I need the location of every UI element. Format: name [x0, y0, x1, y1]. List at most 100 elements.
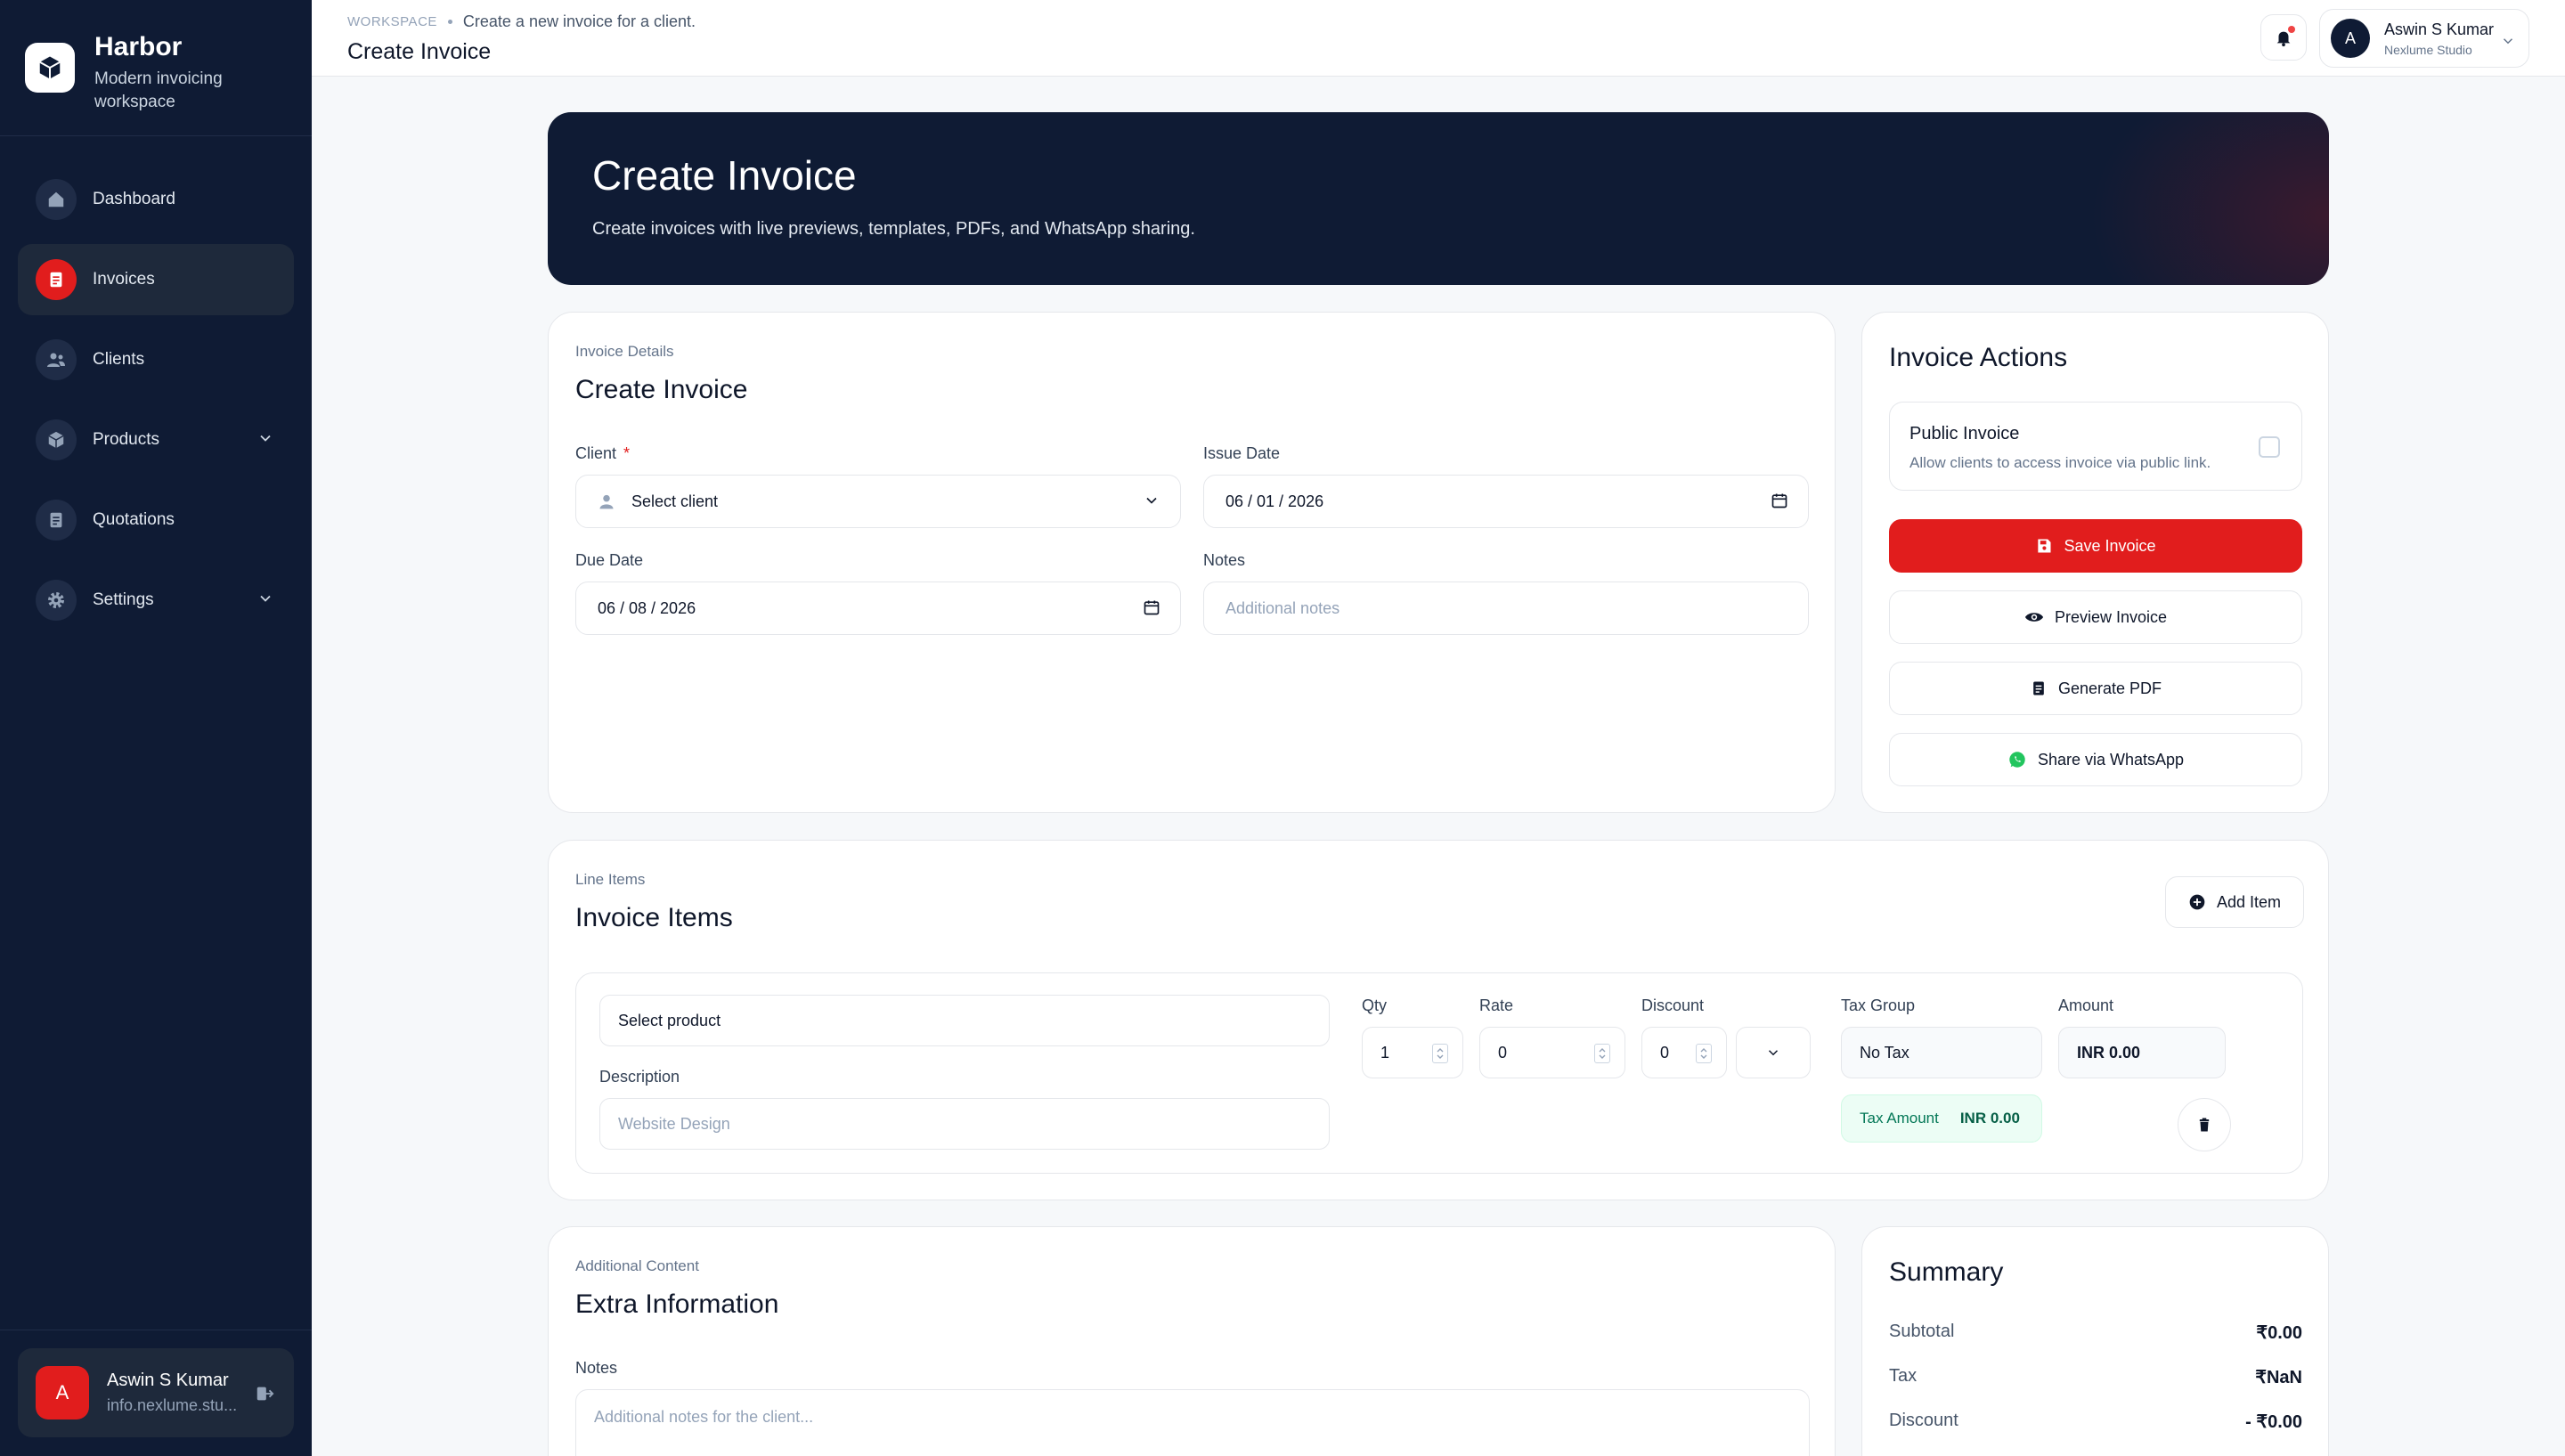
hero-banner: Create Invoice Create invoices with live… [548, 112, 2329, 285]
logout-icon[interactable] [255, 1384, 274, 1408]
sidebar-item-label: Products [93, 430, 159, 449]
avatar: A [36, 1366, 89, 1419]
sidebar-item-invoices[interactable]: Invoices [18, 244, 294, 315]
breadcrumb: WORKSPACE Create a new invoice for a cli… [347, 12, 696, 31]
delete-item-button[interactable] [2178, 1098, 2231, 1151]
summary-label: Discount [1889, 1411, 1958, 1430]
user-icon [599, 494, 614, 509]
summary-value: - ₹0.00 [2245, 1412, 2302, 1432]
sidebar-item-products[interactable]: Products [18, 404, 294, 476]
tax-amount-badge: Tax Amount INR 0.00 [1841, 1094, 2042, 1143]
add-item-label: Add Item [2216, 892, 2282, 911]
share-whatsapp-label: Share via WhatsApp [2037, 750, 2185, 769]
add-item-button[interactable]: Add Item [2165, 876, 2304, 928]
public-invoice-toggle[interactable]: Public Invoice Allow clients to access i… [1889, 402, 2302, 491]
tax-amount-label: Tax Amount [1860, 1110, 1939, 1127]
save-invoice-button[interactable]: Save Invoice [1889, 519, 2302, 573]
document-icon [2033, 681, 2044, 695]
chevron-down-icon [2500, 33, 2516, 53]
calendar-icon[interactable] [1771, 492, 1788, 514]
product-select[interactable]: Select product [599, 995, 1330, 1046]
qty-input[interactable]: 1 [1362, 1027, 1463, 1078]
description-input[interactable]: Website Design [599, 1098, 1330, 1150]
section-eyebrow: Line Items [575, 871, 646, 888]
brand[interactable]: Harbor Modern invoicing workspace [25, 32, 246, 114]
extra-information-card: Additional Content Extra Information Not… [548, 1226, 1836, 1456]
client-label-text: Client [575, 444, 617, 462]
preview-invoice-button[interactable]: Preview Invoice [1889, 590, 2302, 644]
generate-pdf-button[interactable]: Generate PDF [1889, 662, 2302, 715]
stepper-icon[interactable] [1432, 1044, 1448, 1063]
sidebar-item-label: Invoices [93, 270, 155, 289]
client-select[interactable]: Select client [575, 475, 1181, 528]
public-invoice-description: Allow clients to access invoice via publ… [1910, 454, 2211, 471]
stepper-icon[interactable] [1696, 1044, 1712, 1063]
breadcrumb-root[interactable]: WORKSPACE [347, 14, 437, 29]
tax-amount-value: INR 0.00 [1959, 1110, 2020, 1127]
stepper-icon[interactable] [1594, 1044, 1610, 1063]
brand-name: Harbor [94, 32, 183, 61]
chevron-down-icon[interactable] [256, 590, 274, 612]
summary-value: ₹0.00 [2256, 1323, 2302, 1343]
client-notes-textarea[interactable]: Additional notes for the client... [575, 1389, 1810, 1456]
share-whatsapp-button[interactable]: Share via WhatsApp [1889, 733, 2302, 786]
rate-input[interactable]: 0 [1479, 1027, 1625, 1078]
box-logo-icon [25, 43, 75, 93]
tax-group-select[interactable]: No Tax [1841, 1027, 2042, 1078]
eye-icon [2024, 613, 2044, 622]
required-marker: * [623, 444, 631, 462]
sidebar-user-name: Aswin S Kumar [107, 1371, 229, 1390]
generate-pdf-label: Generate PDF [2057, 679, 2162, 697]
sidebar-item-label: Dashboard [93, 190, 175, 208]
sidebar-user-card[interactable]: A Aswin S Kumar info.nexlume.stu... [18, 1348, 294, 1437]
sidebar-item-quotations[interactable]: Quotations [18, 484, 294, 556]
hero-subtitle: Create invoices with live previews, temp… [592, 219, 1195, 239]
sidebar-item-label: Clients [93, 350, 145, 369]
calendar-icon[interactable] [1143, 598, 1160, 621]
breadcrumb-separator [447, 20, 452, 24]
section-eyebrow: Additional Content [575, 1257, 699, 1274]
invoice-icon [36, 259, 77, 300]
qty-value: 1 [1380, 1043, 1390, 1061]
discount-type-select[interactable] [1736, 1027, 1811, 1078]
issue-date-input[interactable]: 06 / 01 / 2026 [1203, 475, 1809, 528]
invoice-actions-card: Invoice Actions Public Invoice Allow cli… [1861, 312, 2329, 813]
summary-label: Tax [1889, 1366, 1918, 1386]
section-title: Extra Information [575, 1289, 779, 1319]
sidebar-item-clients[interactable]: Clients [18, 324, 294, 395]
save-invoice-label: Save Invoice [2064, 536, 2156, 555]
due-date-input[interactable]: 06 / 08 / 2026 [575, 582, 1181, 635]
sidebar-item-dashboard[interactable]: Dashboard [18, 164, 294, 235]
sidebar-item-label: Quotations [93, 510, 175, 529]
client-select-value: Select client [631, 492, 719, 510]
chevron-down-icon [1768, 1050, 1779, 1056]
trash-icon [2199, 1118, 2210, 1132]
section-title: Summary [1889, 1257, 2004, 1287]
summary-row-subtotal: Subtotal ₹0.00 [1889, 1322, 2302, 1344]
sidebar-divider [0, 135, 312, 136]
user-menu[interactable]: A Aswin S Kumar Nexlume Studio [2319, 9, 2529, 68]
summary-row-tax: Tax ₹NaN [1889, 1366, 2302, 1388]
summary-value: ₹NaN [2255, 1368, 2302, 1387]
notes-input[interactable]: Additional notes [1203, 582, 1809, 635]
preview-invoice-label: Preview Invoice [2054, 607, 2168, 626]
section-title: Invoice Actions [1889, 343, 2068, 372]
public-invoice-title: Public Invoice [1910, 424, 2020, 443]
notifications-button[interactable] [2260, 14, 2307, 61]
tax-group-label: Tax Group [1841, 996, 1916, 1014]
document-icon [36, 500, 77, 541]
discount-label: Discount [1641, 996, 1705, 1014]
summary-card: Summary Subtotal ₹0.00 Tax ₹NaN Discount… [1861, 1226, 2329, 1456]
discount-input[interactable]: 0 [1641, 1027, 1727, 1078]
public-invoice-checkbox[interactable] [2259, 436, 2280, 458]
rate-value: 0 [1498, 1043, 1508, 1061]
section-title: Invoice Items [575, 903, 733, 932]
issue-date-label: Issue Date [1203, 444, 1281, 462]
invoice-items-card: Line Items Invoice Items Add Item Select… [548, 840, 2329, 1200]
chevron-down-icon[interactable] [256, 429, 274, 451]
sidebar-item-settings[interactable]: Settings [18, 565, 294, 636]
discount-value: 0 [1660, 1043, 1670, 1061]
section-title: Create Invoice [575, 375, 748, 404]
issue-date-value: 06 / 01 / 2026 [1226, 492, 1324, 510]
sidebar-item-label: Settings [93, 590, 154, 609]
